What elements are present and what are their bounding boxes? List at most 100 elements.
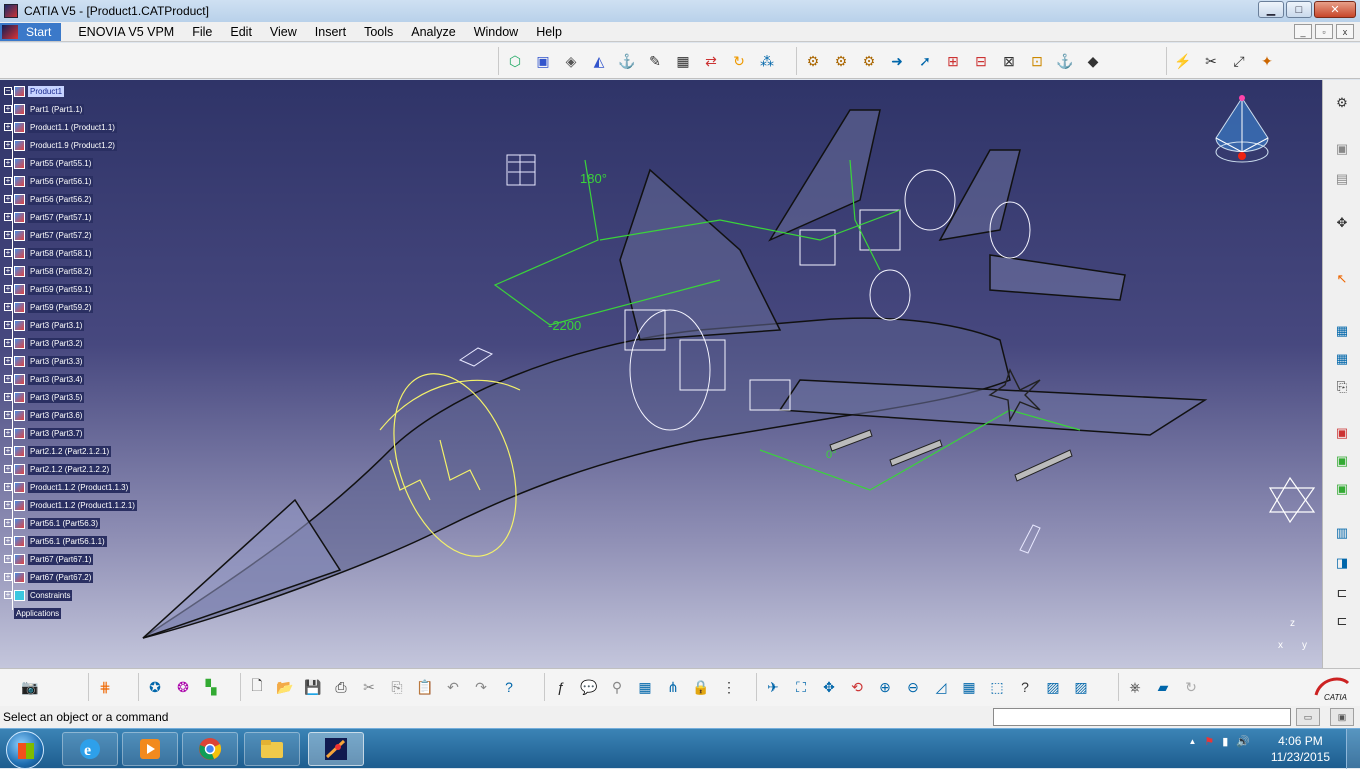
tree-node[interactable]: + Constraints bbox=[4, 586, 137, 604]
restore-button[interactable]: □ bbox=[1286, 1, 1312, 18]
aircraft-model-canvas[interactable]: 180° -2200 0° bbox=[0, 80, 1322, 668]
doc-restore-button[interactable]: ▫ bbox=[1315, 24, 1333, 39]
zero-angle-label[interactable]: 0° bbox=[826, 449, 837, 461]
tree-node[interactable]: + Part56 (Part56.1) bbox=[4, 172, 137, 190]
sketcher-icon[interactable]: ✪ bbox=[143, 675, 167, 699]
expand-icon[interactable]: + bbox=[4, 159, 12, 167]
product-icon[interactable]: ▣ bbox=[531, 49, 555, 73]
tree-node[interactable]: + Part67 (Part67.1) bbox=[4, 550, 137, 568]
tree-node[interactable]: + Part58 (Part58.1) bbox=[4, 244, 137, 262]
expand-icon[interactable]: + bbox=[4, 591, 12, 599]
tree-node[interactable]: + Part59 (Part59.2) bbox=[4, 298, 137, 316]
redo-icon[interactable]: ↷ bbox=[469, 675, 493, 699]
expand-icon[interactable]: + bbox=[4, 231, 12, 239]
menu-analyze[interactable]: Analyze bbox=[402, 25, 464, 39]
tree-node[interactable]: + Part3 (Part3.2) bbox=[4, 334, 137, 352]
expand-icon[interactable]: + bbox=[4, 105, 12, 113]
expand-icon[interactable]: + bbox=[4, 537, 12, 545]
shape-icon[interactable]: ❂ bbox=[171, 675, 195, 699]
tree-node[interactable]: − Product1 bbox=[4, 82, 137, 100]
expand-icon[interactable]: + bbox=[4, 555, 12, 563]
tree-node[interactable]: + Part59 (Part59.1) bbox=[4, 280, 137, 298]
tree-node[interactable]: + Part3 (Part3.6) bbox=[4, 406, 137, 424]
numbering-icon[interactable]: ⇄ bbox=[699, 49, 723, 73]
tree-node-label[interactable]: Product1.1.2 (Product1.1.2.1) bbox=[28, 499, 137, 511]
expand-icon[interactable]: + bbox=[4, 285, 12, 293]
tree-node-label[interactable]: Part56.1 (Part56.1.1) bbox=[28, 535, 107, 547]
tree-node-label[interactable]: Part2.1.2 (Part2.1.2.2) bbox=[28, 463, 112, 475]
angle-constraint-icon[interactable]: ⊡ bbox=[1025, 49, 1049, 73]
new-file-icon[interactable]: 🗋 bbox=[245, 675, 269, 699]
tree-node-label[interactable]: Part56 (Part56.1) bbox=[28, 175, 94, 187]
expand-icon[interactable]: + bbox=[4, 339, 12, 347]
tree-node[interactable]: + Product1.1.2 (Product1.1.2.1) bbox=[4, 496, 137, 514]
aircraft-wing-right[interactable] bbox=[778, 379, 1208, 436]
manipulation-gear-icon[interactable]: ⚙ bbox=[1331, 92, 1353, 114]
tree-node-label[interactable]: Part57 (Part57.2) bbox=[28, 229, 94, 241]
clash-icon[interactable]: ⚡ bbox=[1171, 49, 1195, 73]
tree-node-label[interactable]: Part67 (Part67.1) bbox=[28, 553, 94, 565]
tree-node-label[interactable]: Part56.1 (Part56.3) bbox=[28, 517, 101, 529]
normal-view-icon[interactable]: ◿ bbox=[929, 675, 953, 699]
expand-icon[interactable]: + bbox=[4, 573, 12, 581]
tree-node[interactable]: + Part56 (Part56.2) bbox=[4, 190, 137, 208]
expand-icon[interactable]: + bbox=[4, 213, 12, 221]
tree-node-label[interactable]: Part3 (Part3.1) bbox=[28, 319, 85, 331]
tree-node[interactable]: + Part57 (Part57.1) bbox=[4, 208, 137, 226]
tree-node-label[interactable]: Part3 (Part3.2) bbox=[28, 337, 85, 349]
tree-node[interactable]: + Part55 (Part55.1) bbox=[4, 154, 137, 172]
aircraft-tail-fin-right[interactable] bbox=[938, 149, 1021, 241]
tree-node[interactable]: + Part58 (Part58.2) bbox=[4, 262, 137, 280]
expand-icon[interactable]: + bbox=[4, 483, 12, 491]
hide-show-icon[interactable]: ? bbox=[1013, 675, 1037, 699]
menu-file[interactable]: File bbox=[183, 25, 221, 39]
replace-component-icon[interactable]: ⚓ bbox=[615, 49, 639, 73]
explode-icon[interactable]: ➜ bbox=[885, 49, 909, 73]
catia-app-icon[interactable] bbox=[4, 4, 18, 18]
compass-icon[interactable] bbox=[1210, 94, 1274, 174]
tree-node-label[interactable]: Part55 (Part55.1) bbox=[28, 157, 94, 169]
plane-snap-star-icon[interactable] bbox=[1268, 476, 1316, 524]
tree-node[interactable]: + Part3 (Part3.5) bbox=[4, 388, 137, 406]
publication-icon[interactable]: ▥ bbox=[1331, 522, 1353, 544]
scenes-icon[interactable]: ⎘ bbox=[1331, 376, 1353, 398]
tree-node[interactable]: + Part67 (Part67.2) bbox=[4, 568, 137, 586]
space-analysis-icon[interactable]: ▦ bbox=[1331, 320, 1353, 342]
tray-expand-icon[interactable]: ▲ bbox=[1188, 737, 1196, 746]
expand-icon[interactable]: + bbox=[4, 429, 12, 437]
doc-close-button[interactable]: x bbox=[1336, 24, 1354, 39]
tree-node[interactable]: + Part1 (Part1.1) bbox=[4, 100, 137, 118]
close-button[interactable]: ✕ bbox=[1314, 1, 1356, 18]
multi-view-icon[interactable]: ▦ bbox=[957, 675, 981, 699]
tree-node-label[interactable]: Applications bbox=[14, 607, 62, 619]
tree-node-applications[interactable]: Applications bbox=[4, 604, 137, 622]
tree-node[interactable]: + Product1.1.2 (Product1.1.3) bbox=[4, 478, 137, 496]
expand-icon[interactable]: + bbox=[4, 249, 12, 257]
zoom-in-icon[interactable]: ⊕ bbox=[873, 675, 897, 699]
component-icon[interactable]: ⬡ bbox=[503, 49, 527, 73]
whats-this-icon[interactable]: ? bbox=[497, 675, 521, 699]
bill-of-material-icon[interactable]: ▣ bbox=[1331, 478, 1353, 500]
tree-node[interactable]: + Part2.1.2 (Part2.1.2.2) bbox=[4, 460, 137, 478]
3d-viewport[interactable]: 180° -2200 0° − Product1 + Part1 (Part1.1 bbox=[0, 80, 1322, 668]
tree-node-label[interactable]: Part3 (Part3.6) bbox=[28, 409, 85, 421]
tree-node-label[interactable]: Part3 (Part3.5) bbox=[28, 391, 85, 403]
link-icon[interactable]: ⚲ bbox=[605, 675, 629, 699]
multi-instantiation-icon[interactable]: ⁂ bbox=[755, 49, 779, 73]
expand-icon[interactable]: + bbox=[4, 267, 12, 275]
expand-icon[interactable]: + bbox=[4, 123, 12, 131]
spec-tree-toggle-icon[interactable]: ⊏ bbox=[1331, 582, 1353, 604]
expand-icon[interactable]: + bbox=[4, 195, 12, 203]
network-icon[interactable]: ▮ bbox=[1222, 735, 1228, 748]
expand-icon[interactable]: + bbox=[4, 321, 12, 329]
pan-icon[interactable]: ✥ bbox=[817, 675, 841, 699]
distance-icon[interactable]: ⤢ bbox=[1227, 49, 1251, 73]
existing-component-icon[interactable]: ◭ bbox=[587, 49, 611, 73]
tree-node-label[interactable]: Part59 (Part59.1) bbox=[28, 283, 94, 295]
expand-icon[interactable]: + bbox=[4, 465, 12, 473]
cut-icon[interactable]: ✂ bbox=[357, 675, 381, 699]
tree-node-label[interactable]: Part3 (Part3.3) bbox=[28, 355, 85, 367]
apply-material-icon[interactable]: ▚ bbox=[199, 675, 223, 699]
taskbar-file-explorer[interactable] bbox=[244, 732, 300, 766]
tree-node-label[interactable]: Part57 (Part57.1) bbox=[28, 211, 94, 223]
